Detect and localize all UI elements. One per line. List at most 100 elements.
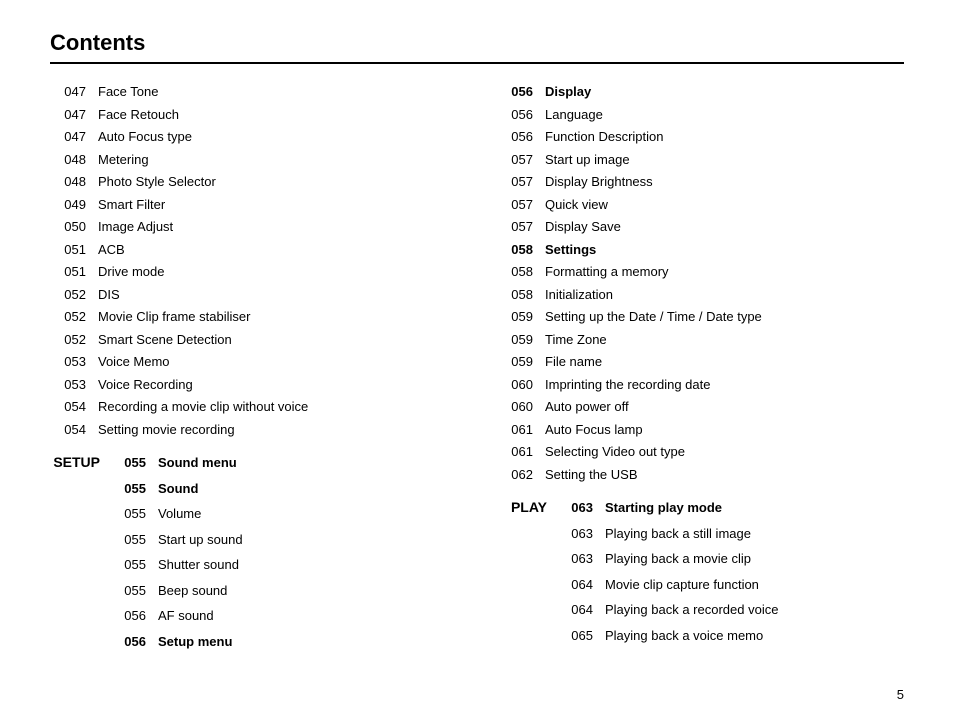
- page-num: 047: [50, 127, 86, 147]
- list-item: 060 Imprinting the recording date: [497, 375, 904, 395]
- list-item: 051ACB: [50, 240, 457, 260]
- list-item: 055Volume: [50, 504, 457, 527]
- list-item: 058Formatting a memory: [497, 262, 904, 282]
- entry-label: Auto Focus lamp: [545, 420, 643, 440]
- page-num: 055: [110, 453, 146, 473]
- list-item: 064Movie clip capture function: [497, 575, 904, 598]
- list-item: 051Drive mode: [50, 262, 457, 282]
- list-item: 061 Auto Focus lamp: [497, 420, 904, 440]
- entry-label: DIS: [98, 285, 120, 305]
- setup-section-label: SETUP: [50, 454, 100, 470]
- list-item: 063Playing back a movie clip: [497, 549, 904, 572]
- list-item: 058Initialization: [497, 285, 904, 305]
- page-num: 056: [110, 606, 146, 626]
- page-header: Contents: [50, 30, 904, 64]
- entry-label: Start up image: [545, 150, 630, 170]
- list-item: 065Playing back a voice memo: [497, 626, 904, 649]
- page-num: 057: [497, 172, 533, 192]
- entry-label: Formatting a memory: [545, 262, 669, 282]
- page-num: 055: [110, 530, 146, 550]
- list-item: 057 Display Save: [497, 217, 904, 237]
- list-item: 050Image Adjust: [50, 217, 457, 237]
- page-num: 057: [497, 195, 533, 215]
- left-column: 047Face Tone 047 Face Retouch 047 Auto Focus…: [50, 82, 457, 657]
- page-num: 057: [497, 217, 533, 237]
- entry-label: AF sound: [158, 606, 214, 626]
- list-item: 054 Recording a movie clip without voice: [50, 397, 457, 417]
- entry-label: Display Save: [545, 217, 621, 237]
- entry-label: Volume: [158, 504, 201, 524]
- page-num: 060: [497, 375, 533, 395]
- page-num: 051: [50, 240, 86, 260]
- list-item: 063Playing back a still image: [497, 524, 904, 547]
- entry-label: Language: [545, 105, 603, 125]
- entry-label: Metering: [98, 150, 149, 170]
- entry-label: Recording a movie clip without voice: [98, 397, 308, 417]
- page-num: 047: [50, 105, 86, 125]
- entry-label: Sound: [158, 479, 198, 499]
- page-num: 059: [497, 352, 533, 372]
- entry-label: Beep sound: [158, 581, 227, 601]
- entry-label: Starting play mode: [605, 498, 722, 518]
- entry-label: Voice Recording: [98, 375, 193, 395]
- list-item: 057 Display Brightness: [497, 172, 904, 192]
- page-num: 059: [497, 307, 533, 327]
- page-num: 048: [50, 150, 86, 170]
- page-num: 058: [497, 285, 533, 305]
- entry-label: Shutter sound: [158, 555, 239, 575]
- list-item: 047 Face Retouch: [50, 105, 457, 125]
- entry-label: Imprinting the recording date: [545, 375, 710, 395]
- page-num: 064: [557, 575, 593, 595]
- list-item: 048 Metering: [50, 150, 457, 170]
- page-num: 065: [557, 626, 593, 646]
- page-title: Contents: [50, 30, 904, 56]
- list-item: 055Sound: [50, 479, 457, 502]
- entry-label: Start up sound: [158, 530, 243, 550]
- page-num: 058: [497, 240, 533, 260]
- list-item: 048Photo Style Selector: [50, 172, 457, 192]
- settings-section: 058Settings058Formatting a memory058Init…: [497, 240, 904, 485]
- page-num: 054: [50, 420, 86, 440]
- list-item: 052Movie Clip frame stabiliser: [50, 307, 457, 327]
- entry-label: Voice Memo: [98, 352, 170, 372]
- page-num: 064: [557, 600, 593, 620]
- entry-label: Face Retouch: [98, 105, 179, 125]
- entry-label: Drive mode: [98, 262, 164, 282]
- page-num: 049: [50, 195, 86, 215]
- page-num: 056: [497, 82, 533, 102]
- page-num: 061: [497, 442, 533, 462]
- list-item: 062Setting the USB: [497, 465, 904, 485]
- page-num: 057: [497, 150, 533, 170]
- list-item: 052Smart Scene Detection: [50, 330, 457, 350]
- entry-label: File name: [545, 352, 602, 372]
- entry-label: Settings: [545, 240, 596, 260]
- entry-label: Quick view: [545, 195, 608, 215]
- entry-label: Display Brightness: [545, 172, 653, 192]
- page-num: 056: [497, 105, 533, 125]
- list-item: 056 AF sound: [50, 606, 457, 629]
- setup-block: SETUP055Sound menu055Sound055Volume055St…: [50, 453, 457, 654]
- list-item: 058 Settings: [497, 240, 904, 260]
- list-item: 047 Auto Focus type: [50, 127, 457, 147]
- list-item: 057 Quick view: [497, 195, 904, 215]
- entry-label: Setting up the Date / Time / Date type: [545, 307, 762, 327]
- play-section-label: PLAY: [497, 499, 547, 515]
- page-num: 054: [50, 397, 86, 417]
- list-item: 060Auto power off: [497, 397, 904, 417]
- page-num: 061: [497, 420, 533, 440]
- play-block: PLAY 063 Starting play mode 063Playing back…: [497, 498, 904, 648]
- page-num: 050: [50, 217, 86, 237]
- list-item: 056 Language: [497, 105, 904, 125]
- list-item: 053Voice Recording: [50, 375, 457, 395]
- page-num: 052: [50, 330, 86, 350]
- list-item: 047Face Tone: [50, 82, 457, 102]
- entry-label: Time Zone: [545, 330, 607, 350]
- entry-label: Auto Focus type: [98, 127, 192, 147]
- page-num: 052: [50, 307, 86, 327]
- entry-label: Setting movie recording: [98, 420, 235, 440]
- entry-label: Face Tone: [98, 82, 158, 102]
- entry-label: Playing back a movie clip: [605, 549, 751, 569]
- list-item: 055Beep sound: [50, 581, 457, 604]
- page-num: 063: [557, 498, 593, 518]
- list-item: 055Shutter sound: [50, 555, 457, 578]
